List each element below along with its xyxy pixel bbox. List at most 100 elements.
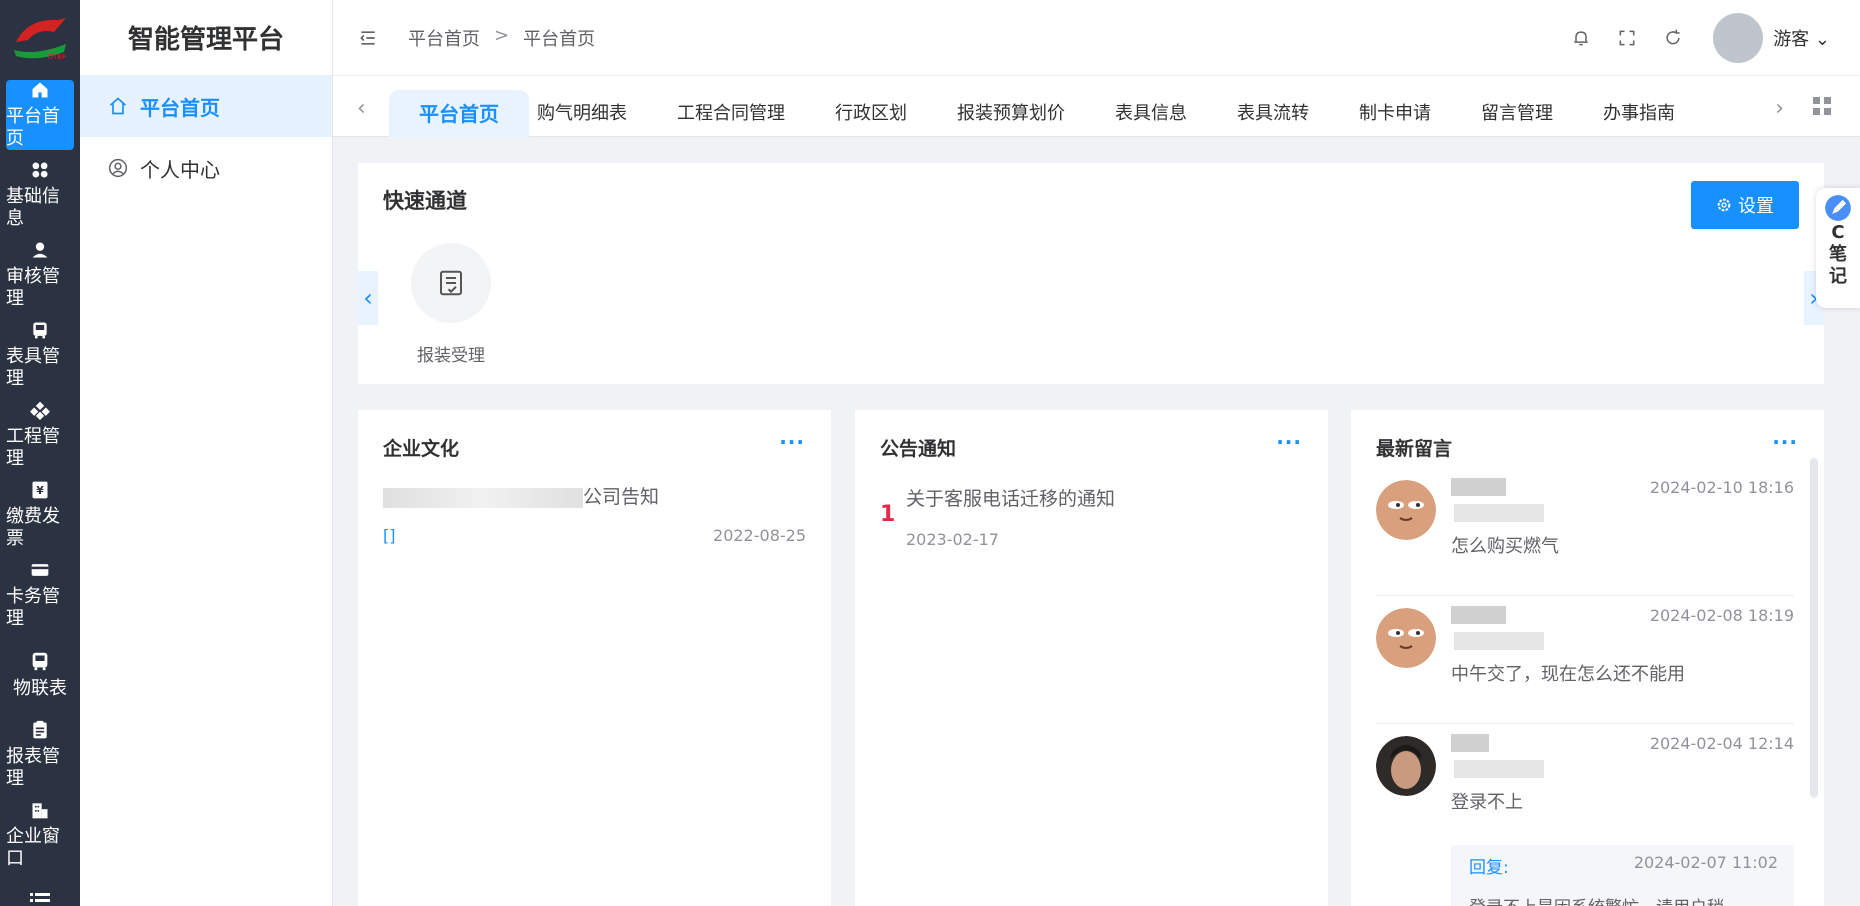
rail-item-home[interactable]: 平台首页 bbox=[6, 80, 74, 150]
user-circle-icon bbox=[108, 158, 128, 178]
tab-guide[interactable]: 办事指南 bbox=[1578, 90, 1700, 138]
svg-text:¥: ¥ bbox=[36, 484, 44, 497]
rail-item-invoice[interactable]: ¥ 缴费发票 bbox=[6, 480, 74, 550]
rail-item-label: 审核管理 bbox=[6, 266, 60, 309]
form-check-icon bbox=[440, 270, 462, 296]
user-icon bbox=[32, 242, 48, 258]
rail-item-enterprise[interactable]: 企业窗口 bbox=[6, 800, 74, 870]
culture-item-date: 2022-08-25 bbox=[713, 526, 806, 545]
home-icon bbox=[32, 82, 48, 98]
username[interactable]: 游客 ⌄ bbox=[1773, 25, 1830, 51]
culture-item-tag: [] bbox=[383, 526, 396, 545]
tab-meter-flow[interactable]: 表具流转 bbox=[1212, 90, 1334, 138]
note-widget-label: C笔记 bbox=[1829, 222, 1847, 287]
message-item[interactable]: 2024-02-04 12:14 登录不上 bbox=[1376, 724, 1794, 852]
settings-label: 设置 bbox=[1738, 196, 1774, 217]
card-icon bbox=[31, 564, 49, 576]
breadcrumb-item[interactable]: 平台首页 bbox=[408, 25, 480, 51]
tab-contract[interactable]: 工程合同管理 bbox=[652, 90, 810, 138]
rail-item-meter[interactable]: 表具管理 bbox=[6, 320, 74, 390]
rail-item-audit[interactable]: 审核管理 bbox=[6, 240, 74, 310]
iot-meter-icon bbox=[32, 652, 48, 671]
rail-item-project[interactable]: 工程管理 bbox=[6, 400, 74, 470]
notice-item-title[interactable]: 关于客服电话迁移的通知 bbox=[906, 484, 1115, 511]
tab-bar: ‹ 平台首页 购气明细表 工程合同管理 行政区划 报装预算划价 表具信息 表具流… bbox=[333, 75, 1860, 138]
company-logo: DYBF bbox=[14, 18, 66, 61]
rail-item-iot-meter[interactable]: 物联表 bbox=[6, 640, 74, 710]
note-widget[interactable]: C笔记 bbox=[1816, 188, 1860, 308]
bell-icon[interactable] bbox=[1571, 28, 1591, 48]
rail-item-label: 基础信息 bbox=[6, 186, 60, 229]
tab-scroll-right-icon[interactable]: › bbox=[1775, 96, 1784, 121]
more-menu-icon[interactable] bbox=[28, 888, 52, 906]
redacted-subtitle bbox=[1454, 504, 1544, 522]
menu-item-label: 个人中心 bbox=[140, 157, 220, 182]
message-content: 中午交了，现在怎么还不能用 bbox=[1451, 664, 1685, 685]
tab-scroll-left-icon[interactable]: ‹ bbox=[357, 96, 366, 121]
tab-meter-info[interactable]: 表具信息 bbox=[1090, 90, 1212, 138]
tab-gas-detail[interactable]: 购气明细表 bbox=[529, 90, 652, 138]
breadcrumb: 平台首页 > 平台首页 bbox=[408, 25, 595, 51]
culture-item-title: 公司告知 bbox=[583, 486, 660, 508]
redacted-text bbox=[383, 487, 583, 508]
building-icon bbox=[32, 803, 48, 819]
username-label: 游客 bbox=[1773, 28, 1810, 50]
refresh-icon[interactable] bbox=[1663, 28, 1683, 48]
message-item[interactable]: 2024-02-10 18:16 怎么购买燃气 bbox=[1376, 468, 1794, 596]
pen-icon bbox=[1825, 195, 1851, 221]
redacted-subtitle bbox=[1454, 760, 1544, 778]
notice-item-date: 2023-02-17 bbox=[906, 530, 999, 549]
redacted-name bbox=[1451, 734, 1489, 752]
message-content: 登录不上 bbox=[1451, 792, 1523, 813]
rail-item-label: 平台首页 bbox=[6, 106, 60, 149]
rail-item-basic-info[interactable]: 基础信息 bbox=[6, 160, 74, 230]
tab-card-apply[interactable]: 制卡申请 bbox=[1334, 90, 1456, 138]
rail-item-report[interactable]: 报表管理 bbox=[6, 720, 74, 790]
rail-item-label: 工程管理 bbox=[6, 426, 60, 469]
avatar bbox=[1376, 480, 1436, 540]
collapse-menu-icon[interactable] bbox=[358, 28, 378, 48]
menu-item-home[interactable]: 平台首页 bbox=[80, 75, 332, 137]
grid-menu-icon[interactable] bbox=[1812, 96, 1832, 116]
quick-entry-install-apply[interactable]: 报装受理 bbox=[406, 243, 496, 366]
avatar[interactable] bbox=[1713, 12, 1764, 63]
notice-panel: 公告通知 ··· 1 关于客服电话迁移的通知 2023-02-17 bbox=[855, 410, 1328, 906]
fullscreen-icon[interactable] bbox=[1617, 28, 1637, 48]
menu-item-personal[interactable]: 个人中心 bbox=[80, 137, 332, 199]
breadcrumb-separator: > bbox=[494, 24, 510, 46]
panel-title: 公告通知 bbox=[880, 438, 957, 460]
message-time: 2024-02-10 18:16 bbox=[1649, 478, 1794, 497]
app-title: 智能管理平台 bbox=[127, 25, 284, 55]
more-button[interactable]: ··· bbox=[1772, 430, 1798, 454]
side-menu: 智能管理平台 平台首页 个人中心 bbox=[80, 0, 333, 906]
rail-item-card[interactable]: 卡务管理 bbox=[6, 560, 74, 630]
tab-budget[interactable]: 报装预算划价 bbox=[932, 90, 1090, 138]
message-time: 2024-02-04 12:14 bbox=[1649, 734, 1794, 753]
carousel-prev-button[interactable]: ‹ bbox=[358, 271, 378, 325]
home-icon bbox=[109, 97, 127, 115]
list-item[interactable]: 公司告知 [] 2022-08-25 bbox=[383, 482, 806, 545]
scrollbar[interactable] bbox=[1810, 458, 1818, 798]
invoice-icon: ¥ bbox=[32, 481, 48, 499]
reply-content: 登录不上是因系统繁忙，请用户稍 bbox=[1469, 893, 1724, 906]
report-icon bbox=[33, 720, 47, 739]
chevron-down-icon: ⌄ bbox=[1809, 28, 1830, 50]
chevron-left-icon: ‹ bbox=[363, 284, 373, 312]
tab-messages[interactable]: 留言管理 bbox=[1456, 90, 1578, 138]
rail-item-label: 表具管理 bbox=[6, 346, 60, 389]
rail-item-label: 缴费发票 bbox=[6, 506, 60, 549]
tab-division[interactable]: 行政区划 bbox=[810, 90, 932, 138]
icon-rail: DYBF 平台首页 基础信息 审核管理 表具管理 工程管理 ¥ 缴费发票 卡务管… bbox=[0, 0, 80, 906]
redacted-name bbox=[1451, 606, 1506, 624]
rail-item-label: 物联表 bbox=[13, 678, 67, 699]
message-item[interactable]: 2024-02-08 18:19 中午交了，现在怎么还不能用 bbox=[1376, 596, 1794, 724]
reply-time: 2024-02-07 11:02 bbox=[1633, 853, 1778, 872]
culture-panel: 企业文化 ··· 公司告知 [] 2022-08-25 bbox=[358, 410, 831, 906]
tab-home[interactable]: 平台首页 bbox=[389, 90, 529, 138]
more-button[interactable]: ··· bbox=[1276, 430, 1302, 454]
settings-button[interactable]: 设置 bbox=[1691, 181, 1799, 229]
quick-entry-label: 报装受理 bbox=[417, 346, 485, 366]
svg-text:DYBF: DYBF bbox=[48, 53, 66, 61]
more-button[interactable]: ··· bbox=[779, 430, 805, 454]
panel-title: 企业文化 bbox=[383, 438, 460, 460]
